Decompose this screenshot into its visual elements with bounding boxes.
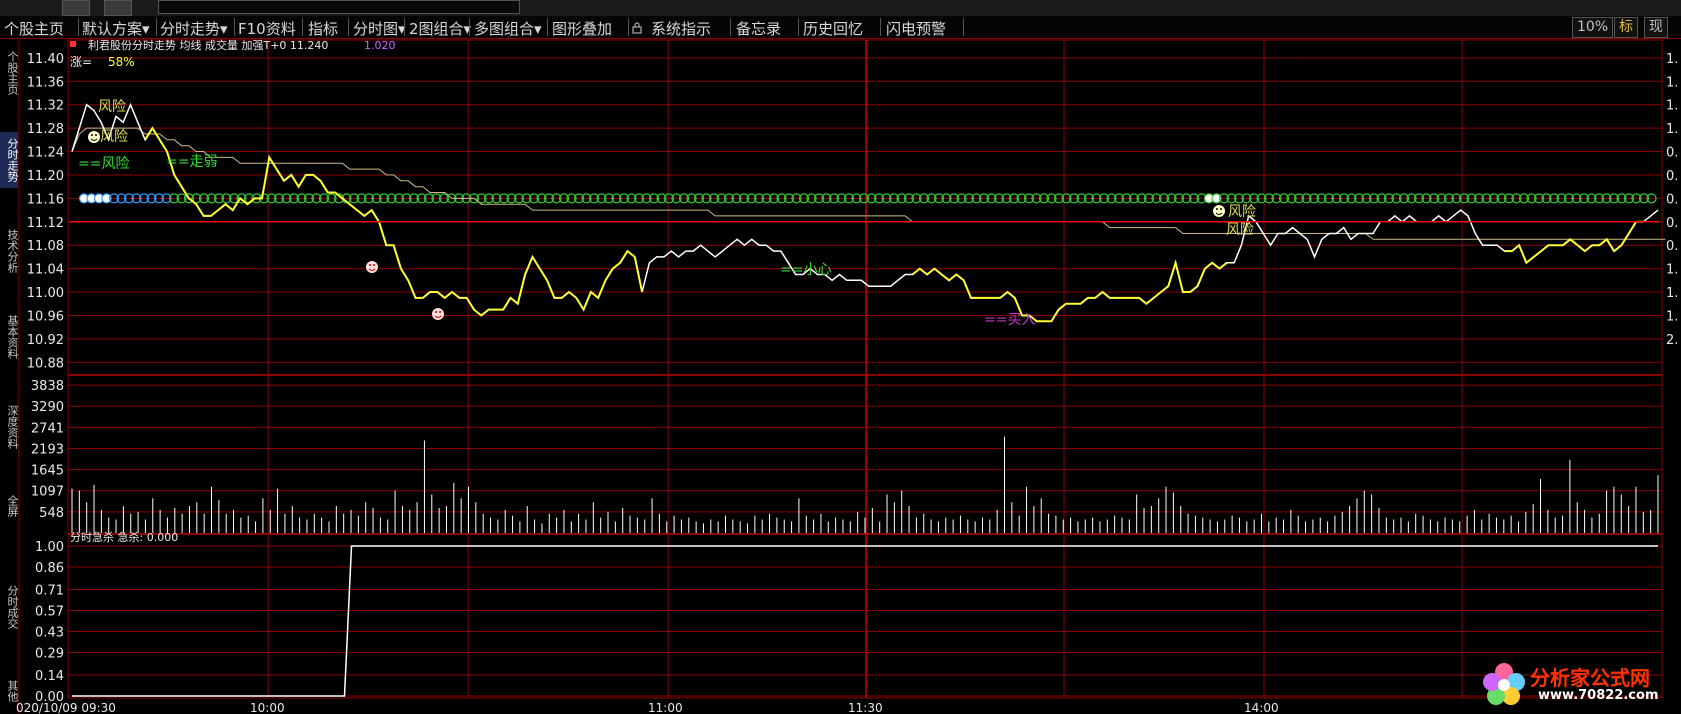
- annotation-weak: ==走弱: [166, 154, 217, 170]
- sub-tick-label: 0.29: [35, 647, 64, 662]
- change-tick-label: 1.: [1666, 309, 1678, 324]
- time-label: 14:00: [1244, 701, 1279, 714]
- price-tick-label: 11.20: [27, 169, 64, 184]
- price-panel-header: 利君股份分时走势 均线 成交量 加强T+0 11.240: [88, 38, 328, 52]
- price-line: [71, 102, 1659, 323]
- smiley-icon: [1213, 205, 1225, 217]
- sub-panel-header: 分时急杀 急杀: 0.000: [70, 530, 178, 544]
- time-label: 10:00: [250, 701, 285, 714]
- price-tick-label: 11.16: [27, 192, 64, 207]
- watermark-url: www.70822.com: [1538, 688, 1659, 703]
- chart-grid: [67, 39, 1663, 699]
- volume-axis: 3838 3290 2741 2193 1645 1097 548: [31, 379, 64, 521]
- chart-frame: [67, 39, 1663, 699]
- sub-tick-label: 0.43: [35, 626, 64, 641]
- change-tick-label: 0.: [1666, 216, 1678, 231]
- volume-bars: [71, 436, 1659, 533]
- price-tick-label: 11.00: [27, 286, 64, 301]
- change-tick-label: 0.: [1666, 192, 1678, 207]
- rise-indicator-label: 涨=: [70, 54, 92, 69]
- volume-tick-label: 3838: [31, 379, 64, 394]
- price-tick-label: 11.28: [27, 122, 64, 137]
- price-tick-label: 11.24: [27, 146, 64, 161]
- change-tick-label: 1.: [1666, 75, 1678, 90]
- price-tick-label: 11.12: [27, 216, 64, 231]
- sub-tick-label: 0.86: [35, 561, 64, 576]
- time-label: 11:00: [648, 701, 683, 714]
- time-label: 11:30: [848, 701, 883, 714]
- rise-indicator-value: 58%: [108, 55, 135, 69]
- annotation-risk: 风险: [98, 99, 126, 115]
- price-tick-label: 10.92: [27, 333, 64, 348]
- sub-indicator-line: [72, 545, 1658, 697]
- average-line: [71, 127, 1666, 240]
- volume-tick-label: 1097: [31, 485, 64, 500]
- smiley-icon: [432, 308, 444, 320]
- price-tick-label: 11.08: [27, 239, 64, 254]
- change-tick-label: 1.: [1666, 122, 1678, 137]
- change-tick-label: 1.: [1666, 99, 1678, 114]
- price-tick-label: 11.36: [27, 75, 64, 90]
- change-tick-label: 0.: [1666, 239, 1678, 254]
- volume-tick-label: 2741: [31, 421, 64, 436]
- annotation-caution: ==小心: [780, 262, 831, 278]
- price-tick-label: 11.40: [27, 52, 64, 67]
- volume-tick-label: 3290: [31, 400, 64, 415]
- volume-tick-label: 1645: [31, 464, 64, 479]
- change-tick-label: 1.: [1666, 286, 1678, 301]
- annotation-buy: ==买入: [984, 312, 1035, 328]
- header-marker-icon: [70, 41, 76, 47]
- price-tick-label: 10.96: [27, 309, 64, 324]
- sub-tick-label: 0.57: [35, 605, 64, 620]
- annotation-risk: 风险: [1226, 222, 1254, 238]
- change-tick-label: 1.: [1666, 52, 1678, 67]
- price-tick-label: 11.32: [27, 99, 64, 114]
- price-line-path: [71, 102, 1659, 323]
- watermark: 分析家公式网 www.70822.com: [1478, 656, 1678, 712]
- change-tick-label: 0.: [1666, 169, 1678, 184]
- price-tick-label: 11.04: [27, 263, 64, 278]
- sub-axis: 1.000.860.710.570.430.290.140.00: [35, 540, 64, 705]
- smiley-icon: [366, 261, 378, 273]
- change-tick-label: 1.: [1666, 263, 1678, 278]
- annotation-risk: 风险: [100, 129, 128, 145]
- price-axis: 11.40 11.36 11.32 11.28 11.24 11.20 11.16 11.12…: [27, 52, 64, 371]
- change-tick-label: 0.: [1666, 146, 1678, 161]
- flower-logo-icon: [1483, 663, 1525, 705]
- annotation-risk-green: ==风险: [78, 156, 129, 172]
- annotation-risk: 风险: [1228, 204, 1256, 220]
- price-highlight-segment: [1504, 220, 1644, 265]
- average-line-path: [71, 127, 1666, 240]
- volume-tick-label: 2193: [31, 442, 64, 457]
- watermark-brand: 分析家公式网: [1530, 666, 1650, 690]
- sub-line-path: [72, 545, 1658, 697]
- change-axis: 1. 1. 1. 1. 0. 0. 0. 0. 0. 1. 1. 1. 2.: [1666, 52, 1678, 348]
- volume-tick-label: 548: [39, 506, 64, 521]
- price-panel-header-value: 1.020: [364, 39, 396, 52]
- intraday-chart[interactable]: 11.40 11.36 11.32 11.28 11.24 11.20 11.16 11.12…: [0, 0, 1681, 714]
- change-tick-label: 2.: [1666, 333, 1678, 348]
- sub-tick-label: 1.00: [35, 540, 64, 555]
- smiley-icon: [88, 131, 100, 143]
- price-tick-label: 10.88: [27, 356, 64, 371]
- sub-tick-label: 0.14: [35, 669, 64, 684]
- time-label: 020/10/09 09:30: [16, 701, 116, 714]
- sub-tick-label: 0.71: [35, 584, 64, 599]
